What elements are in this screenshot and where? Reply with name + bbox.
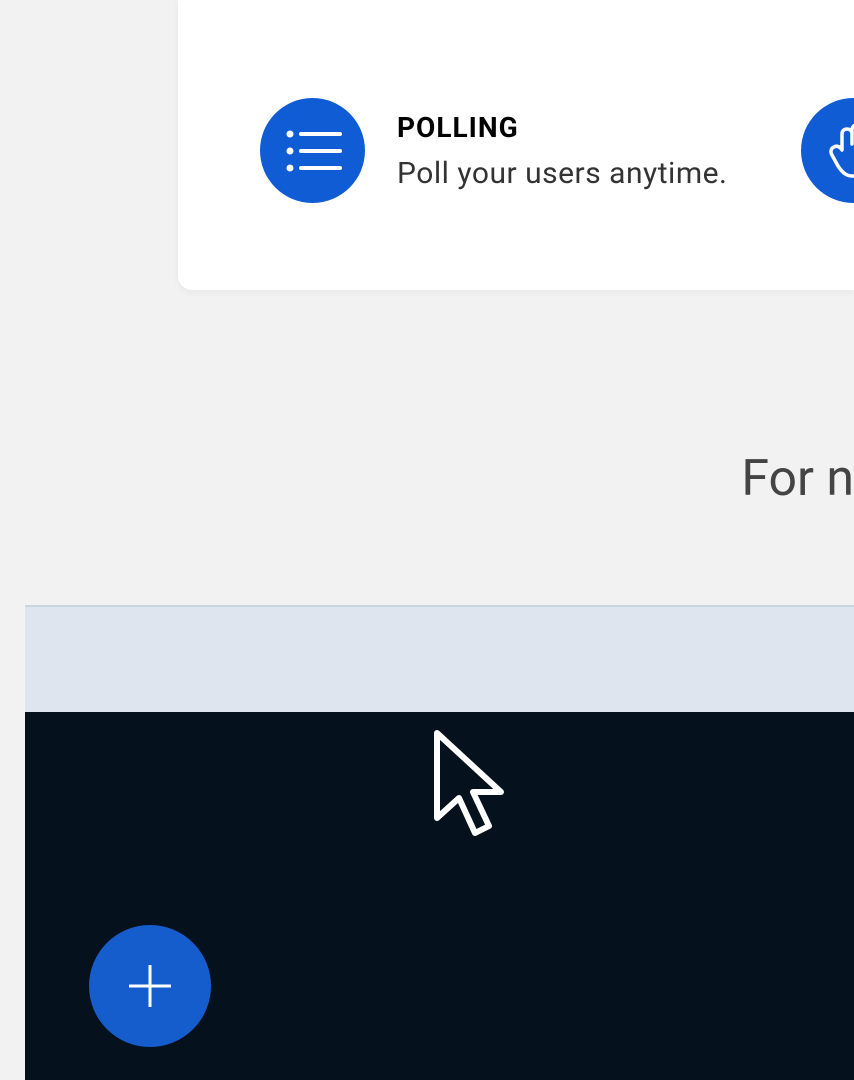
- dark-panel: [25, 712, 854, 1080]
- feature-row: POLLING Poll your users anytime.: [260, 98, 854, 203]
- cursor-icon: [427, 728, 507, 850]
- feature-text-polling: POLLING Poll your users anytime.: [397, 111, 727, 191]
- hand-icon: [828, 122, 854, 180]
- add-button[interactable]: [89, 925, 211, 1047]
- feature-card: POLLING Poll your users anytime.: [178, 0, 854, 290]
- section-heading: For n: [741, 450, 854, 508]
- polling-description: Poll your users anytime.: [397, 156, 727, 191]
- light-header-bar: [25, 605, 854, 712]
- list-icon: [284, 126, 342, 176]
- feature-item-polling: POLLING Poll your users anytime.: [260, 98, 727, 203]
- lower-section: [25, 605, 854, 1080]
- plus-icon: [125, 961, 175, 1011]
- polling-title: POLLING: [397, 111, 727, 144]
- polling-icon-circle: [260, 98, 365, 203]
